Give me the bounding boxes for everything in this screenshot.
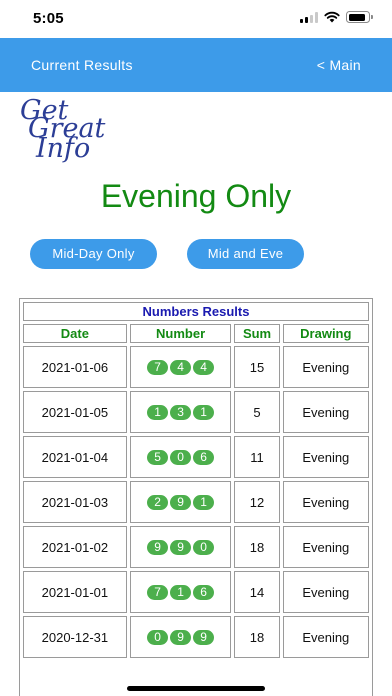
table-row: 2021-01-01 7 1 6 14 Evening — [23, 571, 369, 613]
number-cell: 506 — [129, 436, 232, 478]
number-cell: 099 — [129, 616, 232, 658]
drawing-cell: Evening — [282, 346, 369, 388]
number-ball: 9 — [170, 540, 192, 555]
number-ball: 9 — [193, 630, 215, 645]
date-cell: 2021-01-06 — [23, 346, 127, 388]
date-cell: 2021-01-02 — [23, 526, 127, 568]
date-cell: 2021-01-01 — [23, 571, 127, 613]
table-row: 2021-01-06 7 4 4 15 Evening — [23, 346, 369, 388]
mid-and-eve-button[interactable]: Mid and Eve — [187, 239, 304, 269]
number-ball: 7 — [147, 360, 169, 375]
logo-line-3: Info — [36, 133, 91, 164]
nav-title: Current Results — [31, 57, 133, 73]
results-table-container[interactable]: Numbers Results Date Number Sum Drawing … — [19, 298, 373, 696]
home-indicator — [127, 686, 265, 691]
column-header-number: Number — [129, 324, 232, 343]
sum-cell: 15 — [234, 346, 280, 388]
number-ball: 4 — [170, 360, 192, 375]
table-row: 2021-01-02 9 9 0 18 Evening — [23, 526, 369, 568]
page-heading: Evening Only — [100, 178, 292, 214]
number-ball: 6 — [193, 450, 215, 465]
sum-cell: 12 — [234, 481, 280, 523]
date-cell: 2021-01-05 — [23, 391, 127, 433]
table-row: 2021-01-04 5 0 6 11 Evening — [23, 436, 369, 478]
number-cell: 716 — [129, 571, 232, 613]
cellular-signal-icon — [300, 11, 318, 23]
number-ball: 6 — [193, 585, 215, 600]
battery-icon — [346, 11, 373, 23]
number-ball: 7 — [147, 585, 169, 600]
main-back-button[interactable]: < Main — [317, 57, 361, 73]
drawing-cell: Evening — [282, 526, 369, 568]
number-ball: 9 — [147, 540, 169, 555]
nav-bar: Current Results < Main — [0, 38, 392, 92]
table-row: 2021-01-05 1 3 1 5 Evening — [23, 391, 369, 433]
status-time: 5:05 — [33, 10, 64, 27]
column-header-sum: Sum — [234, 324, 280, 343]
table-row: 2021-01-03 2 9 1 12 Evening — [23, 481, 369, 523]
get-great-info-logo: Get Great Info — [20, 96, 120, 164]
number-ball: 0 — [170, 450, 192, 465]
number-ball: 5 — [147, 450, 169, 465]
number-ball: 3 — [170, 405, 192, 420]
number-cell: 131 — [129, 391, 232, 433]
drawing-cell: Evening — [282, 391, 369, 433]
sum-cell: 11 — [234, 436, 280, 478]
number-ball: 9 — [170, 495, 192, 510]
number-ball: 0 — [193, 540, 215, 555]
column-header-date: Date — [23, 324, 127, 343]
sum-cell: 18 — [234, 526, 280, 568]
drawing-cell: Evening — [282, 571, 369, 613]
drawing-cell: Evening — [282, 481, 369, 523]
table-title: Numbers Results — [23, 302, 369, 321]
number-cell: 744 — [129, 346, 232, 388]
number-ball: 1 — [193, 405, 215, 420]
sum-cell: 5 — [234, 391, 280, 433]
drawing-cell: Evening — [282, 616, 369, 658]
number-ball: 0 — [147, 630, 169, 645]
column-header-drawing: Drawing — [282, 324, 369, 343]
number-ball: 1 — [147, 405, 169, 420]
date-cell: 2020-12-31 — [23, 616, 127, 658]
mid-day-only-button[interactable]: Mid-Day Only — [30, 239, 157, 269]
wifi-icon — [324, 11, 340, 23]
date-cell: 2021-01-04 — [23, 436, 127, 478]
results-table: Numbers Results Date Number Sum Drawing … — [20, 299, 372, 661]
drawing-cell: Evening — [282, 436, 369, 478]
number-ball: 2 — [147, 495, 169, 510]
date-cell: 2021-01-03 — [23, 481, 127, 523]
number-ball: 1 — [193, 495, 215, 510]
number-ball: 4 — [193, 360, 215, 375]
table-row: 2020-12-31 0 9 9 18 Evening — [23, 616, 369, 658]
number-ball: 9 — [170, 630, 192, 645]
number-ball: 1 — [170, 585, 192, 600]
sum-cell: 14 — [234, 571, 280, 613]
number-cell: 990 — [129, 526, 232, 568]
status-icons — [300, 11, 373, 23]
sum-cell: 18 — [234, 616, 280, 658]
status-bar: 5:05 — [0, 0, 392, 38]
number-cell: 291 — [129, 481, 232, 523]
